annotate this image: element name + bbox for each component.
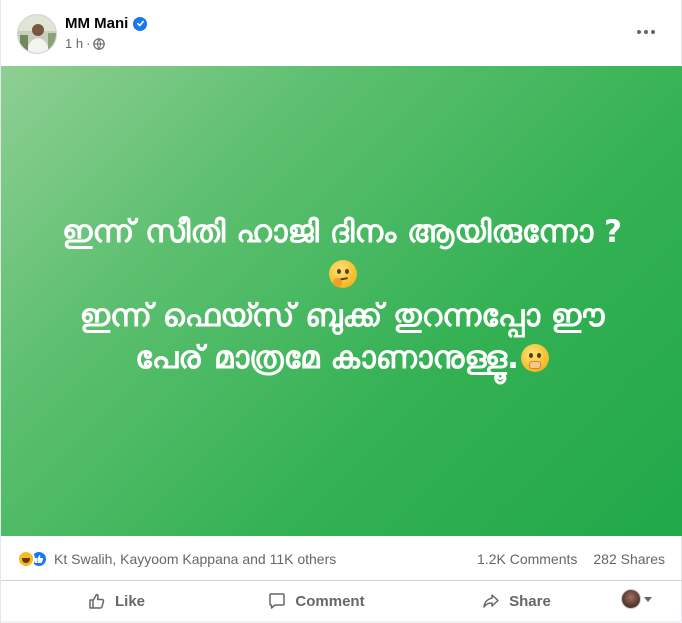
reactions-summary-text: Kt Swalih, Kayyoom Kappana and 11K other…	[54, 550, 337, 567]
share-button[interactable]: Share	[461, 583, 571, 619]
globe-icon[interactable]	[93, 37, 106, 50]
like-button[interactable]: Like	[61, 583, 171, 619]
engagement-counts: 1.2K Comments 282 Shares	[477, 551, 665, 567]
thinking-face-emoji	[328, 260, 357, 288]
comments-count[interactable]: 1.2K Comments	[477, 551, 577, 567]
more-options-icon[interactable]	[631, 20, 661, 44]
comment-icon	[269, 593, 286, 609]
author-row: MM Mani	[65, 15, 148, 32]
post-text-line: പേര് മാത്രമേ കാണാനുള്ളൂ.	[135, 340, 519, 376]
meta-separator: ·	[86, 36, 91, 51]
chevron-down-icon	[644, 596, 652, 602]
share-label: Share	[509, 592, 551, 610]
share-icon	[483, 594, 499, 608]
reactions-summary[interactable]: Kt Swalih, Kayyoom Kappana and 11K other…	[17, 549, 337, 568]
thinking-face-emoji-line	[62, 253, 622, 295]
post-card: MM Mani 1 h · ഇന്ന് സീതി ഹാജി ദിനം ആയിരു…	[0, 0, 682, 623]
post-actions: Like Comment Share	[1, 581, 682, 621]
post-header: MM Mani 1 h ·	[1, 0, 682, 66]
post-meta: 1 h ·	[65, 36, 106, 51]
post-text: ഇന്ന് സീതി ഹാജി ദിനം ആയിരുന്നോ ? ഇന്ന് ഫ…	[22, 211, 662, 379]
face-with-hand-over-mouth-emoji	[520, 344, 549, 372]
post-text-line-with-emoji: പേര് മാത്രമേ കാണാനുള്ളൂ.	[62, 337, 622, 379]
post-text-line: ഇന്ന് സീതി ഹാജി ദിനം ആയിരുന്നോ ?	[62, 214, 622, 250]
author-name[interactable]: MM Mani	[65, 15, 128, 32]
thumbs-up-icon	[89, 593, 105, 609]
verified-badge-icon	[133, 16, 148, 31]
comment-button[interactable]: Comment	[246, 583, 386, 619]
reaction-icons	[17, 549, 48, 568]
post-content-background: ഇന്ന് സീതി ഹാജി ദിനം ആയിരുന്നോ ? ഇന്ന് ഫ…	[1, 66, 682, 536]
comment-label: Comment	[295, 592, 365, 610]
haha-reaction-icon	[17, 549, 35, 568]
post-text-line: ഇന്ന് ഫെയ്സ് ബുക്ക് തുറന്നപ്പോ ഈ	[79, 298, 605, 334]
like-label: Like	[114, 592, 145, 610]
author-avatar[interactable]	[17, 14, 57, 54]
user-avatar	[621, 589, 641, 609]
shares-count[interactable]: 282 Shares	[593, 551, 665, 567]
react-as-selector[interactable]	[621, 589, 652, 609]
reactions-bar: Kt Swalih, Kayyoom Kappana and 11K other…	[1, 537, 682, 581]
post-time[interactable]: 1 h	[65, 36, 83, 51]
